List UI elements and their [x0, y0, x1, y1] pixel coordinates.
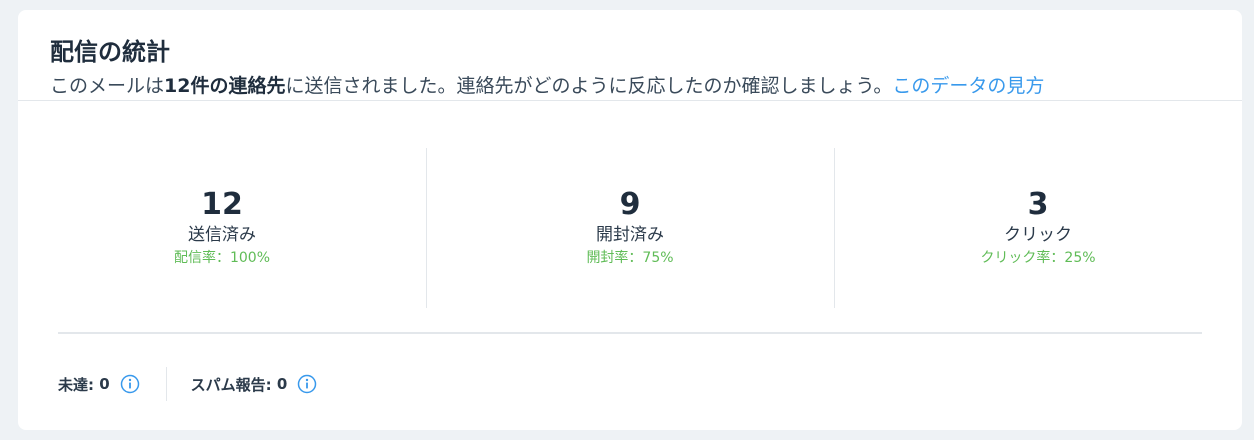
stat-rate: クリック率：25% — [980, 250, 1096, 266]
stat-clicks: 3 クリック クリック率：25% — [834, 148, 1242, 308]
stat-rate: 配信率：100% — [173, 250, 271, 266]
stats-row: 12 送信済み 配信率：100% 9 開封済み 開封率：75% 3 クリック ク… — [18, 148, 1242, 308]
subtitle: このメールは12件の連絡先に送信されました。連絡先がどのように反応したのか確認し… — [50, 71, 1210, 101]
undelivered-value: 0 — [99, 375, 110, 393]
undelivered-metric: 未達: 0 — [58, 374, 140, 395]
page-title: 配信の統計 — [50, 38, 170, 66]
how-to-read-data-link[interactable]: このデータの見方 — [892, 75, 1044, 97]
delivery-stats-card: 配信の統計 このメールは12件の連絡先に送信されました。連絡先がどのように反応し… — [18, 10, 1242, 430]
stat-label: クリック — [1004, 225, 1072, 245]
footer-separator — [165, 367, 167, 401]
subtitle-pre: このメールは — [50, 75, 165, 97]
stat-label: 送信済み — [188, 225, 256, 245]
footer-metrics: 未達: 0 スパム報告: 0 — [58, 366, 317, 402]
info-icon[interactable] — [120, 374, 140, 394]
info-icon[interactable] — [297, 374, 317, 394]
stat-label: 開封済み — [596, 225, 664, 245]
stat-rate: 開封率：75% — [586, 250, 674, 266]
undelivered-label: 未達: — [58, 375, 94, 394]
spam-value: 0 — [276, 375, 288, 393]
stat-value: 12 — [201, 187, 243, 222]
spam-label: スパム報告: — [190, 375, 272, 394]
divider — [58, 332, 1202, 334]
stat-opened: 9 開封済み 開封率：75% — [426, 148, 834, 308]
subtitle-post: に送信されました。連絡先がどのように反応したのか確認しましょう。 — [285, 75, 893, 97]
stat-value: 9 — [619, 187, 641, 222]
spam-metric: スパム報告: 0 — [191, 374, 318, 395]
card-header: 配信の統計 このメールは12件の連絡先に送信されました。連絡先がどのように反応し… — [18, 10, 1242, 101]
stat-sent: 12 送信済み 配信率：100% — [18, 148, 426, 308]
subtitle-contacts: 12件の連絡先 — [164, 75, 286, 97]
stat-value: 3 — [1027, 187, 1049, 222]
